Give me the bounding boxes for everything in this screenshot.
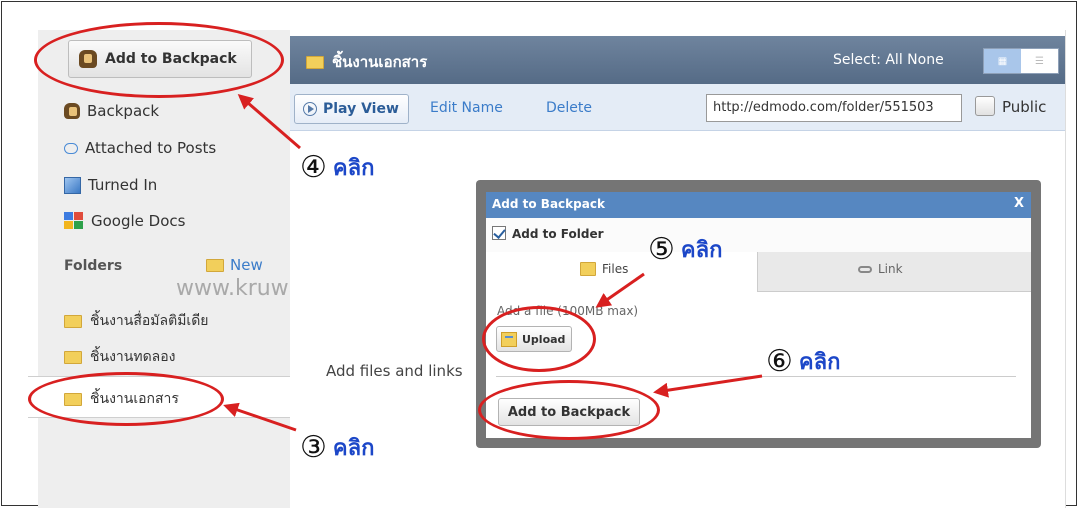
arrow-to-folder — [223, 402, 297, 432]
step-3-annotation: ③ คลิก — [300, 430, 374, 465]
step-number: ③ — [300, 429, 327, 465]
annotation-arrows — [223, 94, 763, 432]
arrow-to-submit — [653, 374, 763, 398]
step-5-annotation: ⑤ คลิก — [648, 232, 722, 267]
step-number: ④ — [300, 149, 327, 185]
step-word: คลิก — [332, 436, 375, 461]
arrow-to-add-button — [237, 94, 301, 150]
step-word: คลิก — [332, 156, 375, 181]
step-number: ⑤ — [648, 231, 675, 267]
step-word: คลิก — [798, 350, 841, 375]
step-6-annotation: ⑥ คลิก — [766, 344, 840, 379]
step-word: คลิก — [680, 238, 723, 263]
arrow-to-upload — [595, 272, 645, 308]
step-4-annotation: ④ คลิก — [300, 150, 374, 185]
step-number: ⑥ — [766, 343, 793, 379]
